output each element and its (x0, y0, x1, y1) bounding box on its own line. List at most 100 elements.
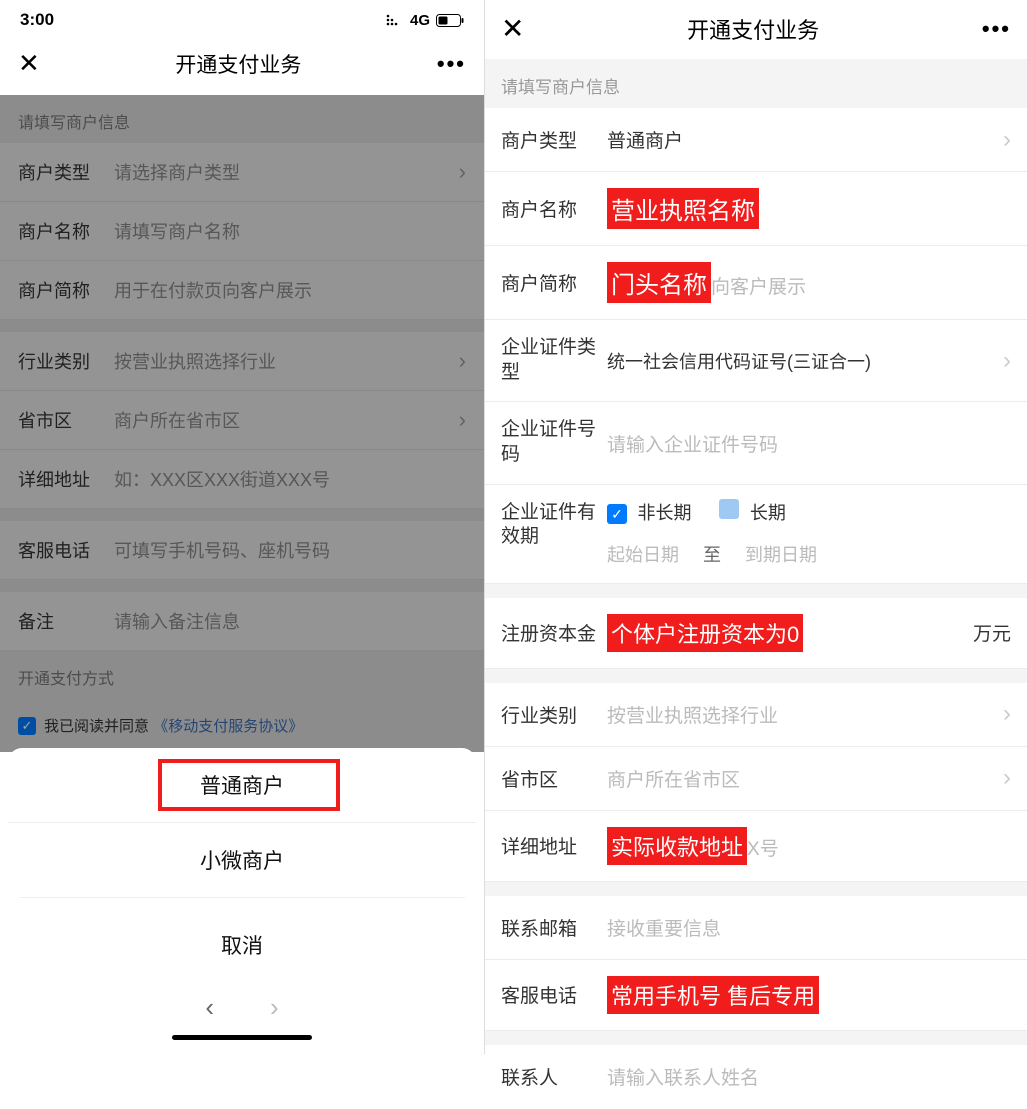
nav-bar: ✕ 开通支付业务 ••• (0, 34, 484, 95)
label: 省市区 (501, 765, 607, 792)
row-address[interactable]: 详细地址 实际收款地址X号 (485, 811, 1027, 882)
row-merchant-type[interactable]: 商户类型 请选择商户类型 › (0, 143, 484, 202)
row-contact[interactable]: 联系人 请输入联系人姓名 (485, 1045, 1027, 1109)
label: 注册资本金 (501, 619, 607, 646)
row-email[interactable]: 联系邮箱 接收重要信息 (485, 896, 1027, 960)
row-cert-type[interactable]: 企业证件类型 统一社会信用代码证号(三证合一) › (485, 320, 1027, 402)
value: 普通商户 (607, 126, 1003, 153)
label: 商户类型 (18, 159, 114, 185)
agreement-link[interactable]: 《移动支付服务协议》 (153, 718, 303, 735)
browser-nav: ‹ › (8, 982, 476, 1029)
status-bar: 3:00 4G (0, 0, 484, 34)
placeholder: 请填写商户名称 (114, 218, 466, 244)
sheet-cancel-button[interactable]: 取消 (8, 908, 476, 982)
row-merchant-name[interactable]: 商户名称 营业执照名称 (485, 172, 1027, 246)
chevron-right-icon: › (459, 407, 466, 433)
placeholder: 按营业执照选择行业 (114, 348, 459, 374)
label: 客服电话 (18, 537, 114, 563)
placeholder: 请选择商户类型 (114, 159, 459, 185)
checkbox-checked-icon: ✓ (607, 504, 627, 524)
placeholder: 按营业执照选择行业 (607, 701, 1003, 728)
highlight-annotation: 常用手机号 售后专用 (607, 976, 819, 1014)
row-phone[interactable]: 客服电话 常用手机号 售后专用 (485, 960, 1027, 1031)
sheet-option-normal[interactable]: 普通商户 (8, 748, 476, 823)
placeholder: 如：XXX区XXX街道XXX号 (114, 466, 466, 492)
row-region[interactable]: 省市区 商户所在省市区 › (485, 747, 1027, 811)
chevron-right-icon: › (1003, 764, 1011, 792)
row-cert-validity: 企业证件有效期 ✓ 非长期 长期 起始日期 至 到期日期 (485, 485, 1027, 584)
end-date-input[interactable]: 到期日期 (745, 541, 817, 567)
row-remark[interactable]: 备注 请输入备注信息 (0, 592, 484, 651)
close-icon[interactable]: ✕ (501, 12, 524, 45)
label: 企业证件类型 (501, 336, 607, 385)
row-merchant-type[interactable]: 商户类型 普通商户 › (485, 108, 1027, 172)
label: 备注 (18, 608, 114, 634)
action-sheet: 普通商户 小微商户 取消 ‹ › (0, 740, 484, 1054)
sheet-option-small[interactable]: 小微商户 (8, 823, 476, 898)
chevron-right-icon: › (459, 159, 466, 185)
battery-icon (436, 14, 464, 27)
highlight-annotation: 个体户注册资本为0 (607, 614, 803, 652)
chevron-right-icon: › (1003, 347, 1011, 375)
label: 联系邮箱 (501, 914, 607, 941)
label: 行业类别 (501, 701, 607, 728)
row-industry[interactable]: 行业类别 按营业执照选择行业 › (485, 683, 1027, 747)
page-title: 开通支付业务 (687, 13, 819, 45)
section-header-pay: 开通支付方式 (0, 651, 484, 699)
chevron-right-icon: › (459, 348, 466, 374)
label: 联系人 (501, 1063, 607, 1090)
highlight-annotation: 实际收款地址 (607, 827, 747, 865)
row-cert-no[interactable]: 企业证件号码 请输入企业证件号码 (485, 402, 1027, 484)
row-phone[interactable]: 客服电话 可填写手机号码、座机号码 (0, 521, 484, 580)
label: 商户简称 (501, 269, 607, 296)
section-header-merchant: 请填写商户信息 (0, 95, 484, 143)
label: 企业证件有效期 (501, 495, 607, 550)
placeholder: 接收重要信息 (607, 914, 1011, 941)
more-icon[interactable]: ••• (437, 51, 466, 77)
more-icon[interactable]: ••• (982, 16, 1011, 42)
validity-option-nonlong[interactable]: ✓ 非长期 (607, 499, 691, 525)
label: 商户名称 (18, 218, 114, 244)
placeholder: 实际收款地址X号 (607, 827, 1011, 865)
left-screen: 3:00 4G ✕ 开通支付业务 ••• 请填写商户信息 商户类型 请选择商户类… (0, 0, 485, 1054)
row-merchant-short[interactable]: 商户简称 用于在付款页向客户展示 (0, 261, 484, 320)
row-region[interactable]: 省市区 商户所在省市区 › (0, 391, 484, 450)
placeholder: 请输入企业证件号码 (607, 430, 1011, 457)
placeholder: 商户所在省市区 (114, 407, 459, 433)
label: 商户简称 (18, 277, 114, 303)
placeholder: 门头名称向客户展示 (607, 262, 1011, 303)
row-capital[interactable]: 注册资本金 个体户注册资本为0 万元 (485, 598, 1027, 669)
row-address[interactable]: 详细地址 如：XXX区XXX街道XXX号 (0, 450, 484, 509)
label: 行业类别 (18, 348, 114, 374)
label: 商户类型 (501, 126, 607, 153)
label: 详细地址 (18, 466, 114, 492)
close-icon[interactable]: ✕ (18, 48, 40, 79)
status-network: 4G (410, 12, 430, 29)
chevron-right-icon: › (1003, 700, 1011, 728)
agree-text: 我已阅读并同意 《移动支付服务协议》 (44, 715, 303, 736)
checkbox-checked-icon[interactable]: ✓ (18, 717, 36, 735)
highlight-annotation: 门头名称 (607, 262, 711, 303)
back-icon[interactable]: ‹ (205, 992, 214, 1023)
unit-label: 万元 (973, 619, 1011, 646)
date-separator: 至 (703, 541, 721, 567)
status-time: 3:00 (20, 10, 54, 30)
chevron-right-icon: › (1003, 126, 1011, 154)
start-date-input[interactable]: 起始日期 (607, 541, 679, 567)
forward-icon[interactable]: › (270, 992, 279, 1023)
row-merchant-name[interactable]: 商户名称 请填写商户名称 (0, 202, 484, 261)
placeholder: 请输入备注信息 (114, 608, 466, 634)
validity-option-long[interactable]: 长期 (719, 499, 785, 525)
label: 商户名称 (501, 195, 607, 222)
value: 统一社会信用代码证号(三证合一) (607, 348, 1003, 374)
label: 详细地址 (501, 832, 607, 859)
placeholder: 请输入联系人姓名 (607, 1063, 1011, 1090)
section-header-merchant: 请填写商户信息 (485, 59, 1027, 108)
placeholder: 用于在付款页向客户展示 (114, 277, 466, 303)
right-screen: ✕ 开通支付业务 ••• 请填写商户信息 商户类型 普通商户 › 商户名称 营业… (485, 0, 1027, 1054)
row-merchant-short[interactable]: 商户简称 门头名称向客户展示 (485, 246, 1027, 320)
label: 客服电话 (501, 981, 607, 1008)
highlight-annotation: 营业执照名称 (607, 188, 759, 229)
row-industry[interactable]: 行业类别 按营业执照选择行业 › (0, 332, 484, 391)
signal-icon (386, 14, 404, 26)
